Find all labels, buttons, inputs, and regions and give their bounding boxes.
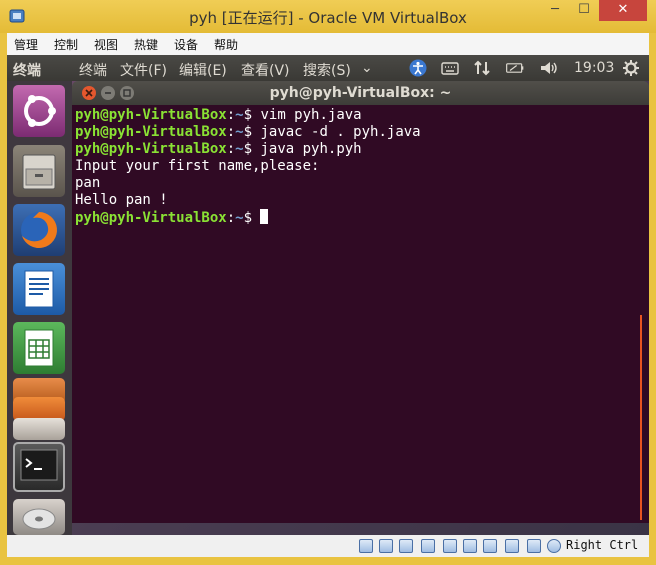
command-text: vim pyh.java bbox=[260, 107, 362, 123]
ubuntu-top-panel: 终端 终端 文件(F) 编辑(E) 查看(V) 搜索(S) ⌄ 19:03 bbox=[7, 55, 649, 81]
writer-icon[interactable] bbox=[13, 263, 65, 315]
files-icon[interactable] bbox=[13, 145, 65, 197]
dash-icon[interactable] bbox=[13, 85, 65, 137]
amazon-icon[interactable] bbox=[13, 418, 65, 440]
battery-icon[interactable] bbox=[505, 59, 525, 77]
menu-help[interactable]: 帮助 bbox=[214, 36, 238, 53]
network-adapter-icon[interactable] bbox=[421, 539, 435, 553]
prompt-line-1: pyh@pyh-VirtualBox:~$ vim pyh.java bbox=[75, 107, 362, 123]
harddisk-icon[interactable] bbox=[359, 539, 373, 553]
menu-manage[interactable]: 管理 bbox=[14, 36, 38, 53]
command-text: java pyh.pyh bbox=[260, 141, 362, 157]
host-menubar: 管理 控制 视图 热键 设备 帮助 bbox=[7, 33, 649, 55]
host-key-arrow-icon[interactable] bbox=[547, 539, 561, 553]
command-text: javac -d . pyh.java bbox=[260, 124, 421, 140]
unity-launcher bbox=[7, 81, 72, 535]
network-icon[interactable] bbox=[472, 59, 492, 77]
output-line: Hello pan ! bbox=[75, 192, 168, 208]
display-icon[interactable] bbox=[483, 539, 497, 553]
menu-view[interactable]: 查看(V) bbox=[241, 60, 290, 80]
gear-icon[interactable] bbox=[621, 59, 641, 77]
menu-file[interactable]: 文件(F) bbox=[120, 60, 167, 80]
text-cursor bbox=[260, 209, 269, 224]
host-titlebar: pyh [正在运行] - Oracle VM VirtualBox ─ ☐ ✕ bbox=[0, 0, 656, 33]
shared-folders-icon[interactable] bbox=[463, 539, 477, 553]
guest-display[interactable]: 终端 终端 文件(F) 编辑(E) 查看(V) 搜索(S) ⌄ 19:03 py… bbox=[7, 55, 649, 535]
terminal-title: pyh@pyh-VirtualBox: ~ bbox=[269, 85, 452, 101]
firefox-icon[interactable] bbox=[13, 204, 65, 256]
mouse-integration-icon[interactable] bbox=[527, 539, 541, 553]
active-app-name: 终端 bbox=[13, 63, 41, 79]
menu-terminal[interactable]: 终端 bbox=[79, 60, 107, 80]
output-line: Input your first name,please: bbox=[75, 158, 320, 174]
clock[interactable]: 19:03 bbox=[574, 60, 614, 76]
volume-icon[interactable] bbox=[539, 59, 559, 77]
prompt-line-3: pyh@pyh-VirtualBox:~$ java pyh.pyh bbox=[75, 141, 362, 157]
terminal-scrollbar[interactable] bbox=[640, 315, 642, 520]
accessibility-icon[interactable] bbox=[408, 59, 428, 77]
host-key-label: Right Ctrl bbox=[566, 538, 639, 552]
minimize-button[interactable]: ─ bbox=[541, 0, 569, 21]
menu-view[interactable]: 视图 bbox=[94, 36, 118, 53]
usb-icon[interactable] bbox=[443, 539, 457, 553]
terminal-titlebar[interactable]: pyh@pyh-VirtualBox: ~ bbox=[72, 81, 649, 105]
terminal-body[interactable]: pyh@pyh-VirtualBox:~$ vim pyh.java pyh@p… bbox=[72, 105, 649, 523]
audio-icon[interactable] bbox=[399, 539, 413, 553]
host-statusbar: Right Ctrl bbox=[7, 535, 649, 557]
close-button[interactable]: ✕ bbox=[599, 0, 647, 21]
menu-control[interactable]: 控制 bbox=[54, 36, 78, 53]
menu-edit[interactable]: 编辑(E) bbox=[179, 60, 227, 80]
menu-devices[interactable]: 设备 bbox=[174, 36, 198, 53]
dvd-icon[interactable] bbox=[13, 499, 65, 535]
menu-overflow-chevron[interactable]: ⌄ bbox=[361, 60, 373, 76]
prompt-line-current: pyh@pyh-VirtualBox:~$ bbox=[75, 209, 269, 226]
terminal-icon[interactable] bbox=[13, 442, 65, 492]
output-line: pan bbox=[75, 175, 101, 191]
menu-search[interactable]: 搜索(S) bbox=[303, 60, 351, 80]
terminal-output: pyh@pyh-VirtualBox:~$ vim pyh.java pyh@p… bbox=[75, 107, 421, 227]
menu-hotkey[interactable]: 热键 bbox=[134, 36, 158, 53]
optical-drive-icon[interactable] bbox=[379, 539, 393, 553]
calc-icon[interactable] bbox=[13, 322, 65, 374]
prompt-line-2: pyh@pyh-VirtualBox:~$ javac -d . pyh.jav… bbox=[75, 124, 421, 140]
video-capture-icon[interactable] bbox=[505, 539, 519, 553]
keyboard-icon[interactable] bbox=[440, 59, 460, 77]
maximize-button[interactable]: ☐ bbox=[570, 0, 598, 21]
